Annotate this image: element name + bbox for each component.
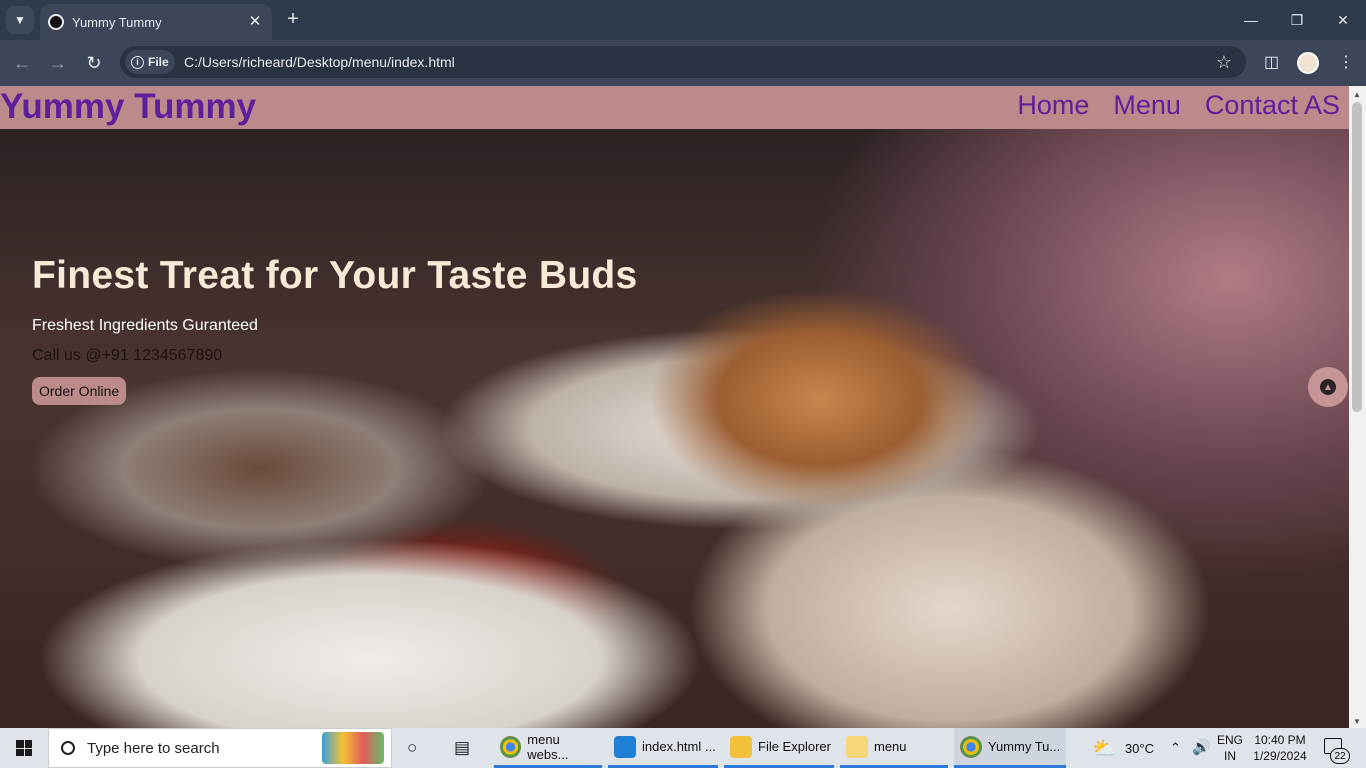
search-icon	[61, 741, 75, 755]
tab-title: Yummy Tummy	[72, 14, 162, 30]
scroll-down-icon[interactable]: ▼	[1353, 717, 1361, 726]
window-close-icon[interactable]: ✕	[1320, 0, 1366, 40]
forward-icon[interactable]: →	[43, 48, 73, 78]
start-button[interactable]	[0, 728, 48, 768]
profile-avatar[interactable]	[1297, 52, 1319, 74]
taskbar-app-vscode[interactable]: index.html ...	[608, 728, 718, 768]
reload-icon[interactable]: ↻	[79, 48, 109, 78]
browser-tab-bar: ▼ Yummy Tummy ✕ + — ❐ ✕	[0, 0, 1366, 40]
taskbar-app-chrome-yummy[interactable]: Yummy Tu...	[954, 728, 1066, 768]
taskbar-app-label: menu	[874, 739, 907, 754]
scroll-up-icon[interactable]: ▲	[1353, 90, 1361, 99]
page-viewport: Finest Treat for Your Taste Buds Freshes…	[0, 86, 1349, 728]
chrome-icon	[500, 735, 522, 758]
chrome-icon	[960, 735, 982, 758]
language-code: ENG	[1216, 733, 1243, 747]
info-icon: i	[131, 55, 144, 69]
order-online-button[interactable]: Order Online	[32, 377, 127, 405]
clock-time: 10:40 PM	[1254, 733, 1306, 747]
taskbar-app-menu-folder[interactable]: menu	[840, 728, 948, 768]
site-info-label: File	[148, 55, 169, 69]
windows-taskbar: Type here to search ○ ▤ menu webs... ind…	[0, 728, 1366, 768]
nav-links: Home Menu Contact AS	[1017, 90, 1340, 121]
page-scrollbar[interactable]: ▲ ▼	[1349, 86, 1366, 728]
browser-tab[interactable]: Yummy Tummy ✕	[40, 4, 272, 40]
vscode-icon	[614, 735, 636, 758]
cortana-icon[interactable]: ○	[407, 738, 417, 758]
taskbar-app-label: menu webs...	[527, 731, 569, 762]
folder-icon	[846, 735, 868, 758]
taskbar-app-label: index.html ...	[642, 739, 716, 754]
clock-date: 1/29/2024	[1253, 749, 1307, 763]
address-bar[interactable]: i File C:/Users/richeard/Desktop/menu/in…	[120, 46, 1246, 78]
taskbar-app-file-explorer[interactable]: File Explorer	[724, 728, 834, 768]
hero-call-text: Call us @+91 1234567890	[32, 347, 223, 364]
weather-temp: 30°C	[1124, 740, 1154, 756]
tab-favicon-icon	[48, 14, 64, 30]
nav-contact[interactable]: Contact AS	[1205, 90, 1340, 121]
site-info-chip[interactable]: i File	[125, 50, 175, 74]
minimize-icon[interactable]: —	[1228, 0, 1274, 40]
taskbar-app-label: File Explorer	[758, 739, 831, 754]
back-icon[interactable]: ←	[7, 48, 37, 78]
hero-tagline: Freshest Ingredients Guranteed	[32, 317, 258, 334]
region-code: IN	[1224, 749, 1236, 763]
taskbar-app-label: Yummy Tu...	[988, 739, 1061, 754]
bookmark-star-icon[interactable]: ☆	[1216, 52, 1232, 73]
search-highlight-image[interactable]	[322, 732, 384, 764]
system-clock[interactable]: 10:40 PM 1/29/2024	[1248, 732, 1312, 764]
site-navbar: Yummy Tummy Home Menu Contact AS	[0, 86, 1349, 129]
scroll-thumb[interactable]	[1352, 102, 1362, 412]
new-tab-icon[interactable]: +	[282, 8, 304, 30]
menu-kebab-icon[interactable]: ⋮	[1338, 52, 1354, 72]
notification-count-badge: 22	[1330, 748, 1350, 764]
weather-widget[interactable]: ⛅ 30°C	[1092, 728, 1154, 768]
weather-cloud-sun-icon: ⛅	[1092, 737, 1117, 760]
tab-close-icon[interactable]: ✕	[246, 12, 264, 30]
taskbar-search-placeholder: Type here to search	[87, 739, 220, 757]
url-text[interactable]: C:/Users/richeard/Desktop/menu/index.htm…	[184, 54, 455, 70]
task-view-icon[interactable]: ▤	[454, 738, 470, 758]
side-panel-icon[interactable]: ◫	[1264, 52, 1279, 72]
hero-heading: Finest Treat for Your Taste Buds	[32, 254, 638, 297]
folder-icon	[730, 735, 752, 758]
hero-section: Finest Treat for Your Taste Buds Freshes…	[0, 129, 1349, 728]
language-indicator[interactable]: ENG IN	[1212, 732, 1248, 764]
site-brand[interactable]: Yummy Tummy	[0, 87, 256, 127]
volume-icon[interactable]: 🔊	[1192, 738, 1211, 756]
browser-toolbar: ← → ↻ i File C:/Users/richeard/Desktop/m…	[0, 40, 1366, 86]
tab-search-dropdown-icon[interactable]: ▼	[6, 6, 34, 34]
windows-logo-icon	[16, 740, 32, 756]
chevron-up-icon[interactable]: ⌃	[1170, 740, 1181, 756]
nav-menu[interactable]: Menu	[1113, 90, 1181, 121]
taskbar-app-chrome-menu[interactable]: menu webs...	[494, 728, 602, 768]
nav-home[interactable]: Home	[1017, 90, 1089, 121]
hero-content: Finest Treat for Your Taste Buds Freshes…	[32, 254, 638, 405]
restore-icon[interactable]: ❐	[1274, 0, 1320, 40]
arrow-up-icon: ▲	[1320, 379, 1336, 395]
scroll-to-top-button[interactable]: ▲	[1308, 367, 1348, 407]
